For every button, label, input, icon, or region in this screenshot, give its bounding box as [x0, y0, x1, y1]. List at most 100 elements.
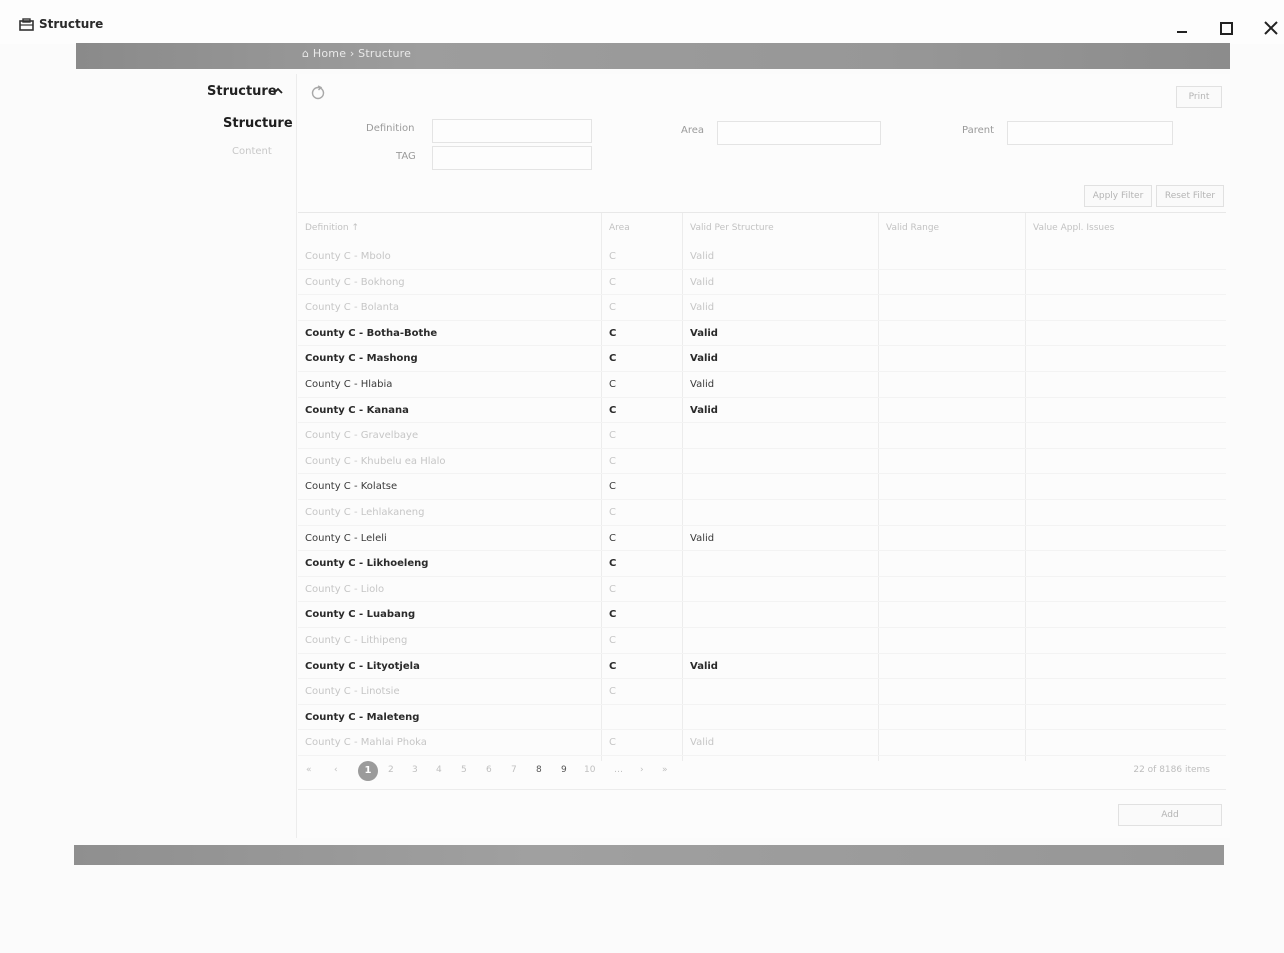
- definition-cell: County C - Lityotjela: [305, 660, 420, 672]
- first-page-button[interactable]: «: [306, 765, 312, 775]
- print-button[interactable]: Print: [1176, 86, 1222, 108]
- area-cell: C: [609, 660, 617, 672]
- definition-cell: County C - Gravelbaye: [305, 430, 419, 442]
- divider: [298, 789, 1226, 790]
- definition-label: Definition: [366, 123, 415, 134]
- definition-cell: County C - Bolanta: [305, 302, 400, 314]
- area-cell: C: [609, 430, 616, 442]
- table-row[interactable]: County C - Gravelbaye C: [298, 423, 1226, 449]
- window-title: Structure: [39, 17, 104, 31]
- page-8-button[interactable]: 8: [536, 765, 542, 775]
- page-9-button[interactable]: 9: [561, 765, 567, 775]
- table-row[interactable]: County C - Mbolo C Valid: [298, 244, 1226, 270]
- apply-filter-button[interactable]: Apply Filter: [1084, 185, 1152, 207]
- page-1-button[interactable]: 1: [358, 761, 378, 781]
- sidebar-item-structure[interactable]: Structure: [223, 116, 293, 131]
- page-2-button[interactable]: 2: [388, 765, 394, 775]
- table-row[interactable]: County C - Linotsie C: [298, 679, 1226, 705]
- sidebar-item-content[interactable]: Content: [232, 146, 272, 157]
- table-row[interactable]: County C - Kolatse C: [298, 474, 1226, 500]
- tag-input[interactable]: [432, 146, 592, 170]
- table-row[interactable]: County C - Hlabia C Valid: [298, 372, 1226, 398]
- table-row[interactable]: County C - Bolanta C Valid: [298, 295, 1226, 321]
- area-select[interactable]: [717, 121, 881, 145]
- add-button[interactable]: Add: [1118, 804, 1222, 826]
- definition-cell: County C - Luabang: [305, 609, 416, 621]
- page-10-button[interactable]: 10: [584, 765, 595, 775]
- table-row[interactable]: County C - Mahlai Phoka C Valid: [298, 730, 1226, 756]
- table-row[interactable]: County C - Luabang C: [298, 602, 1226, 628]
- status-cell: Valid: [690, 404, 718, 416]
- breadcrumb[interactable]: ⌂ Home › Structure: [302, 47, 411, 60]
- definition-cell: County C - Bokhong: [305, 276, 405, 288]
- reset-filter-button[interactable]: Reset Filter: [1156, 185, 1224, 207]
- column-header-valid-range[interactable]: Valid Range: [886, 223, 939, 233]
- page-4-button[interactable]: 4: [436, 765, 442, 775]
- window-titlebar: Structure: [0, 0, 1284, 44]
- table-row[interactable]: County C - Maleteng: [298, 705, 1226, 731]
- tag-label: TAG: [396, 151, 416, 162]
- last-page-button[interactable]: »: [662, 765, 668, 775]
- page-6-button[interactable]: 6: [486, 765, 492, 775]
- table-row[interactable]: County C - Likhoeleng C: [298, 551, 1226, 577]
- minimize-button[interactable]: [1172, 18, 1194, 38]
- status-cell: Valid: [690, 353, 718, 365]
- definition-cell: County C - Mahlai Phoka: [305, 737, 427, 749]
- page-3-button[interactable]: 3: [412, 765, 418, 775]
- area-cell: C: [609, 686, 616, 698]
- status-cell: Valid: [690, 532, 715, 544]
- area-cell: C: [609, 302, 616, 314]
- definition-cell: County C - Maleteng: [305, 711, 420, 723]
- status-cell: Valid: [690, 302, 715, 314]
- definition-cell: County C - Lehlakaneng: [305, 507, 425, 518]
- table-row[interactable]: County C - Khubelu ea Hlalo C: [298, 449, 1226, 475]
- area-cell: C: [609, 353, 617, 365]
- table-row[interactable]: County C - Kanana C Valid: [298, 398, 1226, 424]
- refresh-icon[interactable]: [309, 84, 327, 102]
- page-5-button[interactable]: 5: [461, 765, 467, 775]
- column-header-issues[interactable]: Value Appl. Issues: [1033, 223, 1114, 233]
- table-row[interactable]: County C - Lithipeng C: [298, 628, 1226, 654]
- sidebar-section-structure[interactable]: Structure: [207, 84, 277, 99]
- table-row[interactable]: County C - Bokhong C Valid: [298, 270, 1226, 296]
- table-row[interactable]: County C - Botha-Bothe C Valid: [298, 321, 1226, 347]
- column-header-valid-structure[interactable]: Valid Per Structure: [690, 223, 774, 233]
- next-page-button[interactable]: ›: [640, 765, 644, 775]
- table-row[interactable]: County C - Mashong C Valid: [298, 346, 1226, 372]
- table-row[interactable]: County C - Lityotjela C Valid: [298, 654, 1226, 680]
- table-row[interactable]: County C - Lehlakaneng C: [298, 500, 1226, 526]
- definition-cell: County C - Likhoeleng: [305, 558, 429, 570]
- parent-input[interactable]: [1007, 121, 1173, 145]
- structure-table: Definition ↑ Area Valid Per Structure Va…: [298, 212, 1226, 761]
- area-cell: C: [609, 558, 617, 570]
- definition-cell: County C - Liolo: [305, 583, 385, 595]
- definition-cell: County C - Botha-Bothe: [305, 327, 438, 339]
- definition-cell: County C - Mashong: [305, 353, 418, 365]
- items-count: 22 of 8186 items: [1133, 765, 1210, 775]
- status-cell: Valid: [690, 327, 718, 339]
- status-cell: Valid: [690, 660, 718, 672]
- parent-label: Parent: [962, 125, 995, 136]
- definition-cell: County C - Hlabia: [305, 379, 393, 390]
- definition-cell: County C - Kanana: [305, 404, 409, 416]
- definition-cell: County C - Khubelu ea Hlalo: [305, 455, 446, 467]
- column-header-area[interactable]: Area: [609, 223, 630, 233]
- status-cell: Valid: [690, 276, 715, 288]
- area-cell: C: [609, 455, 616, 467]
- app-icon: [19, 18, 34, 31]
- definition-input[interactable]: [432, 119, 592, 143]
- definition-cell: County C - Kolatse: [305, 481, 398, 493]
- definition-cell: County C - Lithipeng: [305, 635, 408, 646]
- area-cell: C: [609, 327, 617, 339]
- page-7-button[interactable]: 7: [511, 765, 517, 775]
- prev-page-button[interactable]: ‹: [334, 765, 338, 775]
- area-cell: C: [609, 532, 616, 544]
- maximize-button[interactable]: [1216, 18, 1238, 38]
- column-header-definition[interactable]: Definition ↑: [305, 223, 359, 233]
- status-cell: Valid: [690, 379, 715, 390]
- table-row[interactable]: County C - Liolo C: [298, 577, 1226, 603]
- table-row[interactable]: County C - Leleli C Valid: [298, 526, 1226, 552]
- close-button[interactable]: [1261, 18, 1283, 38]
- area-cell: C: [609, 737, 616, 749]
- chevron-up-icon[interactable]: [272, 86, 284, 96]
